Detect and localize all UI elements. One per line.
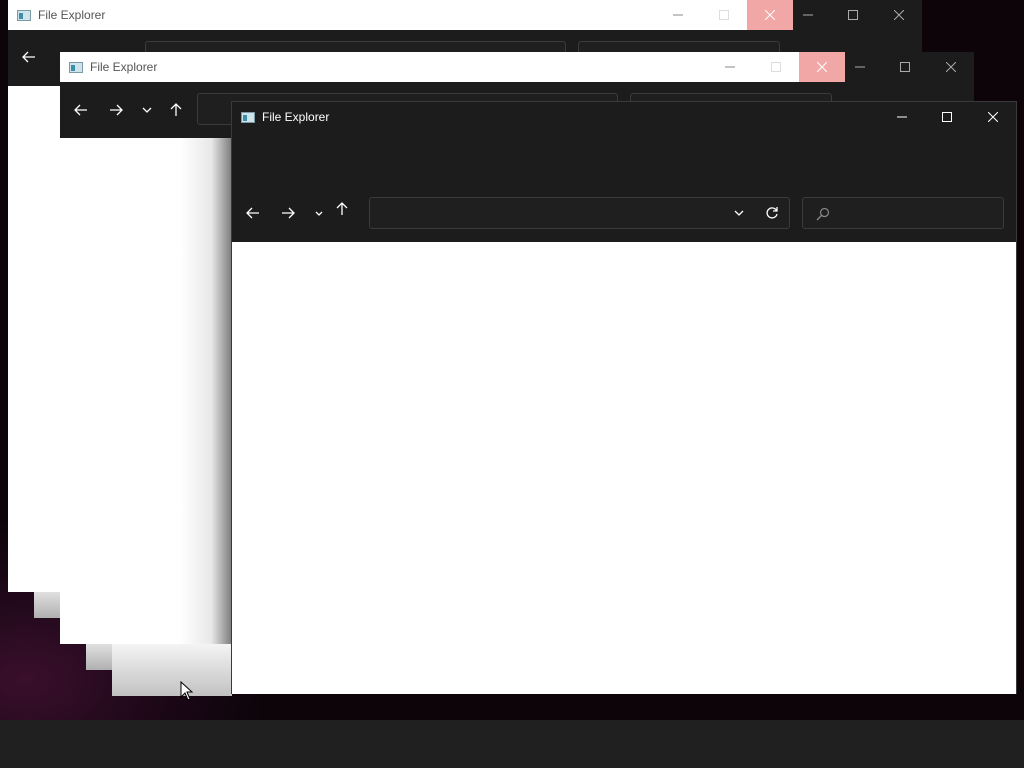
minimize-icon [855,66,865,68]
file-list-area[interactable] [60,138,232,644]
recent-locations-button[interactable] [135,98,159,122]
maximize-icon [771,62,781,72]
minimize-icon [673,14,683,16]
forward-arrow-icon [110,104,123,116]
file-list-area[interactable] [232,242,1016,694]
title-bar[interactable]: File Explorer [8,0,793,30]
close-icon [988,112,998,122]
file-explorer-app-icon [17,9,31,21]
maximize-button[interactable] [924,102,970,132]
forward-arrow-icon [282,207,295,219]
close-icon [765,10,775,20]
maximize-button[interactable] [753,52,799,82]
close-icon [817,62,827,72]
minimize-button[interactable] [879,102,925,132]
file-explorer-app-icon [241,111,255,123]
back-button[interactable] [69,98,93,122]
close-icon [894,10,904,20]
chevron-down-icon [142,107,152,113]
close-button[interactable] [928,52,974,82]
back-button[interactable] [17,45,41,69]
recent-locations-button[interactable] [307,201,331,225]
title-bar[interactable]: File Explorer [232,102,1016,132]
maximize-button[interactable] [701,0,747,30]
maximize-icon [942,112,952,122]
dropdown-chevron-icon[interactable] [734,210,744,216]
window-drag-trail [86,644,112,670]
close-icon [946,62,956,72]
forward-button[interactable] [276,201,300,225]
chevron-down-icon [315,211,323,216]
up-button[interactable] [164,98,188,122]
maximize-button[interactable] [882,52,928,82]
forward-button[interactable] [104,98,128,122]
up-arrow-icon [336,202,348,215]
file-list-area[interactable] [8,86,68,592]
file-explorer-window-active[interactable]: File Explorer [231,101,1017,694]
address-input[interactable] [370,198,789,228]
maximize-icon [719,10,729,20]
refresh-icon[interactable] [765,206,779,220]
maximize-icon [900,62,910,72]
minimize-icon [897,116,907,118]
back-arrow-icon [22,51,35,63]
minimize-icon [803,14,813,16]
maximize-button[interactable] [830,0,876,30]
mouse-pointer-icon [180,681,194,701]
address-bar[interactable] [369,197,790,229]
minimize-button[interactable] [707,52,753,82]
up-button[interactable] [330,197,354,221]
search-box[interactable] [802,197,1004,229]
minimize-button[interactable] [655,0,701,30]
window-title: File Explorer [262,110,330,124]
title-bar[interactable]: File Explorer [60,52,845,82]
maximize-icon [848,10,858,20]
window-title: File Explorer [38,8,106,22]
minimize-button[interactable] [785,0,831,30]
close-button[interactable] [876,0,922,30]
window-drag-trail [112,644,232,696]
minimize-icon [725,66,735,68]
file-explorer-app-icon [69,61,83,73]
back-arrow-icon [246,207,259,219]
taskbar[interactable] [0,720,1024,768]
window-drag-trail [34,592,60,618]
back-arrow-icon [74,104,87,116]
minimize-button[interactable] [837,52,883,82]
close-button[interactable] [970,102,1016,132]
up-arrow-icon [170,103,182,116]
back-button[interactable] [241,201,265,225]
window-title: File Explorer [90,60,158,74]
search-input[interactable] [803,198,1003,228]
